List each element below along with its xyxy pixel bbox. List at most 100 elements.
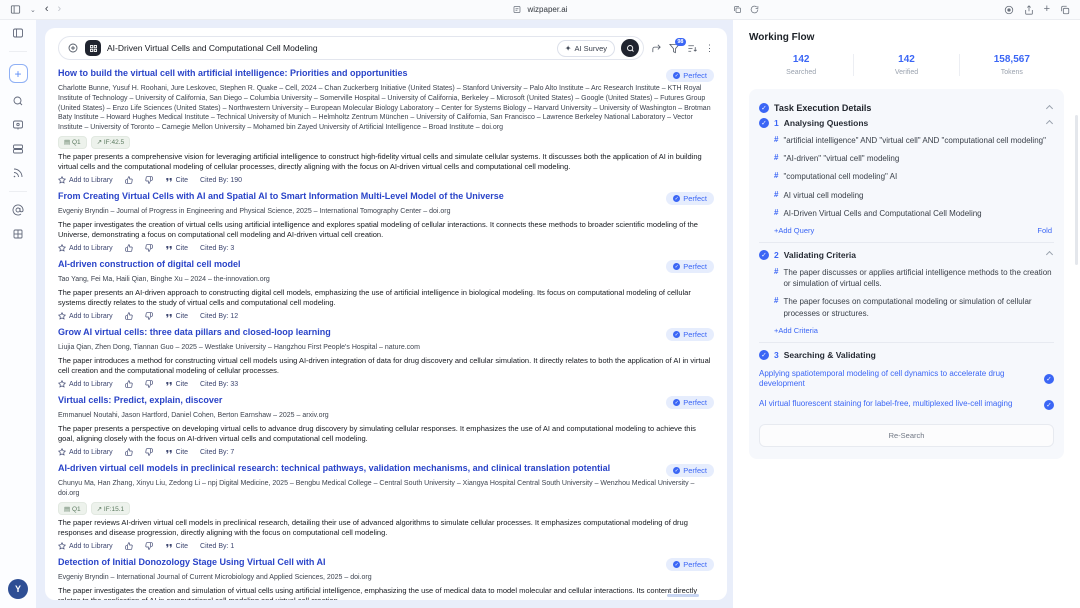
check-icon: ✓ xyxy=(1044,374,1054,384)
horizontal-scrollbar[interactable] xyxy=(667,594,699,597)
vertical-scrollbar[interactable] xyxy=(1075,115,1078,265)
new-search-button[interactable]: + xyxy=(9,64,28,83)
impact-factor-badge: ↗ IF:15.1 xyxy=(91,502,131,515)
criteria-item[interactable]: #The paper discusses or applies artifici… xyxy=(774,267,1054,289)
search-mode-button[interactable] xyxy=(85,40,101,56)
paper-title-link[interactable]: Grow AI virtual cells: three data pillar… xyxy=(58,327,658,338)
add-to-library-button[interactable]: Add to Library xyxy=(58,312,113,320)
cite-quote-icon xyxy=(165,542,173,550)
thumbs-down-button[interactable] xyxy=(145,312,153,320)
cite-button[interactable]: Cite xyxy=(165,312,188,320)
cite-button[interactable]: Cite xyxy=(165,244,188,252)
cited-by-count[interactable]: Cited By: 1 xyxy=(200,543,234,550)
cited-by-count[interactable]: Cited By: 12 xyxy=(200,313,238,320)
add-query-link[interactable]: +Add Query xyxy=(774,226,814,235)
paper-title-link[interactable]: AI-driven virtual cell models in preclin… xyxy=(58,463,658,474)
new-tab-icon[interactable]: + xyxy=(1044,4,1050,15)
thumbs-up-icon xyxy=(125,542,133,550)
mentions-at-icon[interactable] xyxy=(12,204,24,216)
paper-title-link[interactable]: How to build the virtual cell with artif… xyxy=(58,68,658,79)
paper-title-link[interactable]: Virtual cells: Predict, explain, discove… xyxy=(58,395,658,406)
filter-icon[interactable]: 98 xyxy=(669,43,680,54)
cite-button[interactable]: Cite xyxy=(165,176,188,184)
thumbs-up-button[interactable] xyxy=(125,448,133,456)
add-to-library-button[interactable]: Add to Library xyxy=(58,448,113,456)
share-icon[interactable] xyxy=(1024,5,1034,15)
forward-button[interactable]: › xyxy=(58,4,62,15)
back-button[interactable]: ‹ xyxy=(45,4,49,15)
search-task[interactable]: AI virtual fluorescent staining for labe… xyxy=(759,399,1054,410)
thumbs-down-button[interactable] xyxy=(145,244,153,252)
cited-by-count[interactable]: Cited By: 190 xyxy=(200,177,242,184)
paper-title-link[interactable]: AI-driven construction of digital cell m… xyxy=(58,259,658,270)
cite-button[interactable]: Cite xyxy=(165,448,188,456)
collapse-chevron-icon[interactable] xyxy=(1046,251,1053,258)
thumbs-down-icon xyxy=(145,380,153,388)
cited-by-count[interactable]: Cited By: 7 xyxy=(200,449,234,456)
search-task[interactable]: Applying spatiotemporal modeling of cell… xyxy=(759,369,1054,391)
tab-sidebar-icon[interactable] xyxy=(10,4,21,15)
star-icon xyxy=(58,244,66,252)
tabs-overview-icon[interactable] xyxy=(1060,5,1070,15)
step-header-validating-criteria[interactable]: ✓ 2 Validating Criteria xyxy=(759,250,1054,260)
thumbs-down-button[interactable] xyxy=(145,542,153,550)
tab-copy-icon[interactable] xyxy=(733,5,742,14)
cited-by-count[interactable]: Cited By: 33 xyxy=(200,381,238,388)
apps-grid-icon[interactable] xyxy=(12,228,24,240)
search-input[interactable]: AI-Driven Virtual Cells and Computationa… xyxy=(58,36,644,60)
add-to-library-button[interactable]: Add to Library xyxy=(58,542,113,550)
paper-title-link[interactable]: From Creating Virtual Cells with AI and … xyxy=(58,191,658,202)
add-criteria-link[interactable]: +Add Criteria xyxy=(774,326,818,335)
re-search-button[interactable]: Re-Search xyxy=(759,424,1054,447)
collapse-panel-icon[interactable] xyxy=(12,27,24,39)
thumbs-down-button[interactable] xyxy=(145,448,153,456)
chevron-down-icon[interactable]: ⌄ xyxy=(30,6,36,14)
record-icon[interactable] xyxy=(1004,5,1014,15)
user-avatar[interactable]: Y xyxy=(8,579,28,599)
thumbs-up-button[interactable] xyxy=(125,312,133,320)
query-item[interactable]: #"computational cell modeling" AI xyxy=(774,171,1054,182)
paper-title-link[interactable]: Detection of Initial Donozology Stage Us… xyxy=(58,557,658,568)
collapse-chevron-icon[interactable] xyxy=(1046,119,1053,126)
library-icon[interactable] xyxy=(12,143,24,155)
query-item[interactable]: #"AI-driven" "virtual cell" modeling xyxy=(774,153,1054,164)
cite-button[interactable]: Cite xyxy=(165,542,188,550)
search-nav-icon[interactable] xyxy=(12,95,24,107)
site-info-icon[interactable] xyxy=(512,5,521,14)
query-list: #"artificial intelligence" AND "virtual … xyxy=(759,135,1054,219)
thumbs-up-button[interactable] xyxy=(125,244,133,252)
advanced-search-icon[interactable] xyxy=(67,42,79,54)
more-options-icon[interactable]: ⋮ xyxy=(705,43,714,54)
criteria-item[interactable]: #The paper focuses on computational mode… xyxy=(774,296,1054,318)
search-query-text[interactable]: AI-Driven Virtual Cells and Computationa… xyxy=(107,43,551,53)
refresh-icon[interactable] xyxy=(750,5,759,14)
url-text[interactable]: wizpaper.ai xyxy=(527,5,567,14)
query-item[interactable]: #"artificial intelligence" AND "virtual … xyxy=(774,135,1054,146)
cite-button[interactable]: Cite xyxy=(165,380,188,388)
sort-icon[interactable] xyxy=(687,43,698,54)
thumbs-up-button[interactable] xyxy=(125,380,133,388)
add-to-library-button[interactable]: Add to Library xyxy=(58,176,113,184)
query-item[interactable]: #AI virtual cell modeling xyxy=(774,190,1054,201)
search-button[interactable] xyxy=(621,39,639,57)
step-header-analysing-questions[interactable]: ✓ 1 Analysing Questions xyxy=(759,118,1054,128)
assistant-chat-icon[interactable] xyxy=(12,119,24,131)
thumbs-up-button[interactable] xyxy=(125,542,133,550)
cite-quote-icon xyxy=(165,176,173,184)
share-results-icon[interactable] xyxy=(651,43,662,54)
thumbs-down-button[interactable] xyxy=(145,380,153,388)
feed-rss-icon[interactable] xyxy=(12,167,24,179)
add-to-library-button[interactable]: Add to Library xyxy=(58,244,113,252)
stat-searched: 142Searched xyxy=(749,54,853,76)
cited-by-count[interactable]: Cited By: 3 xyxy=(200,245,234,252)
thumbs-down-button[interactable] xyxy=(145,176,153,184)
filter-count-badge: 98 xyxy=(675,38,686,47)
collapse-chevron-icon[interactable] xyxy=(1046,104,1053,111)
step-header-searching-validating[interactable]: ✓ 3 Searching & Validating xyxy=(759,350,1054,360)
query-item[interactable]: #AI-Driven Virtual Cells and Computation… xyxy=(774,208,1054,219)
ai-survey-button[interactable]: ✦ AI Survey xyxy=(557,40,615,57)
thumbs-up-button[interactable] xyxy=(125,176,133,184)
task-execution-header[interactable]: ✓ Task Execution Details xyxy=(759,103,1054,113)
fold-link[interactable]: Fold xyxy=(1037,226,1052,235)
add-to-library-button[interactable]: Add to Library xyxy=(58,380,113,388)
